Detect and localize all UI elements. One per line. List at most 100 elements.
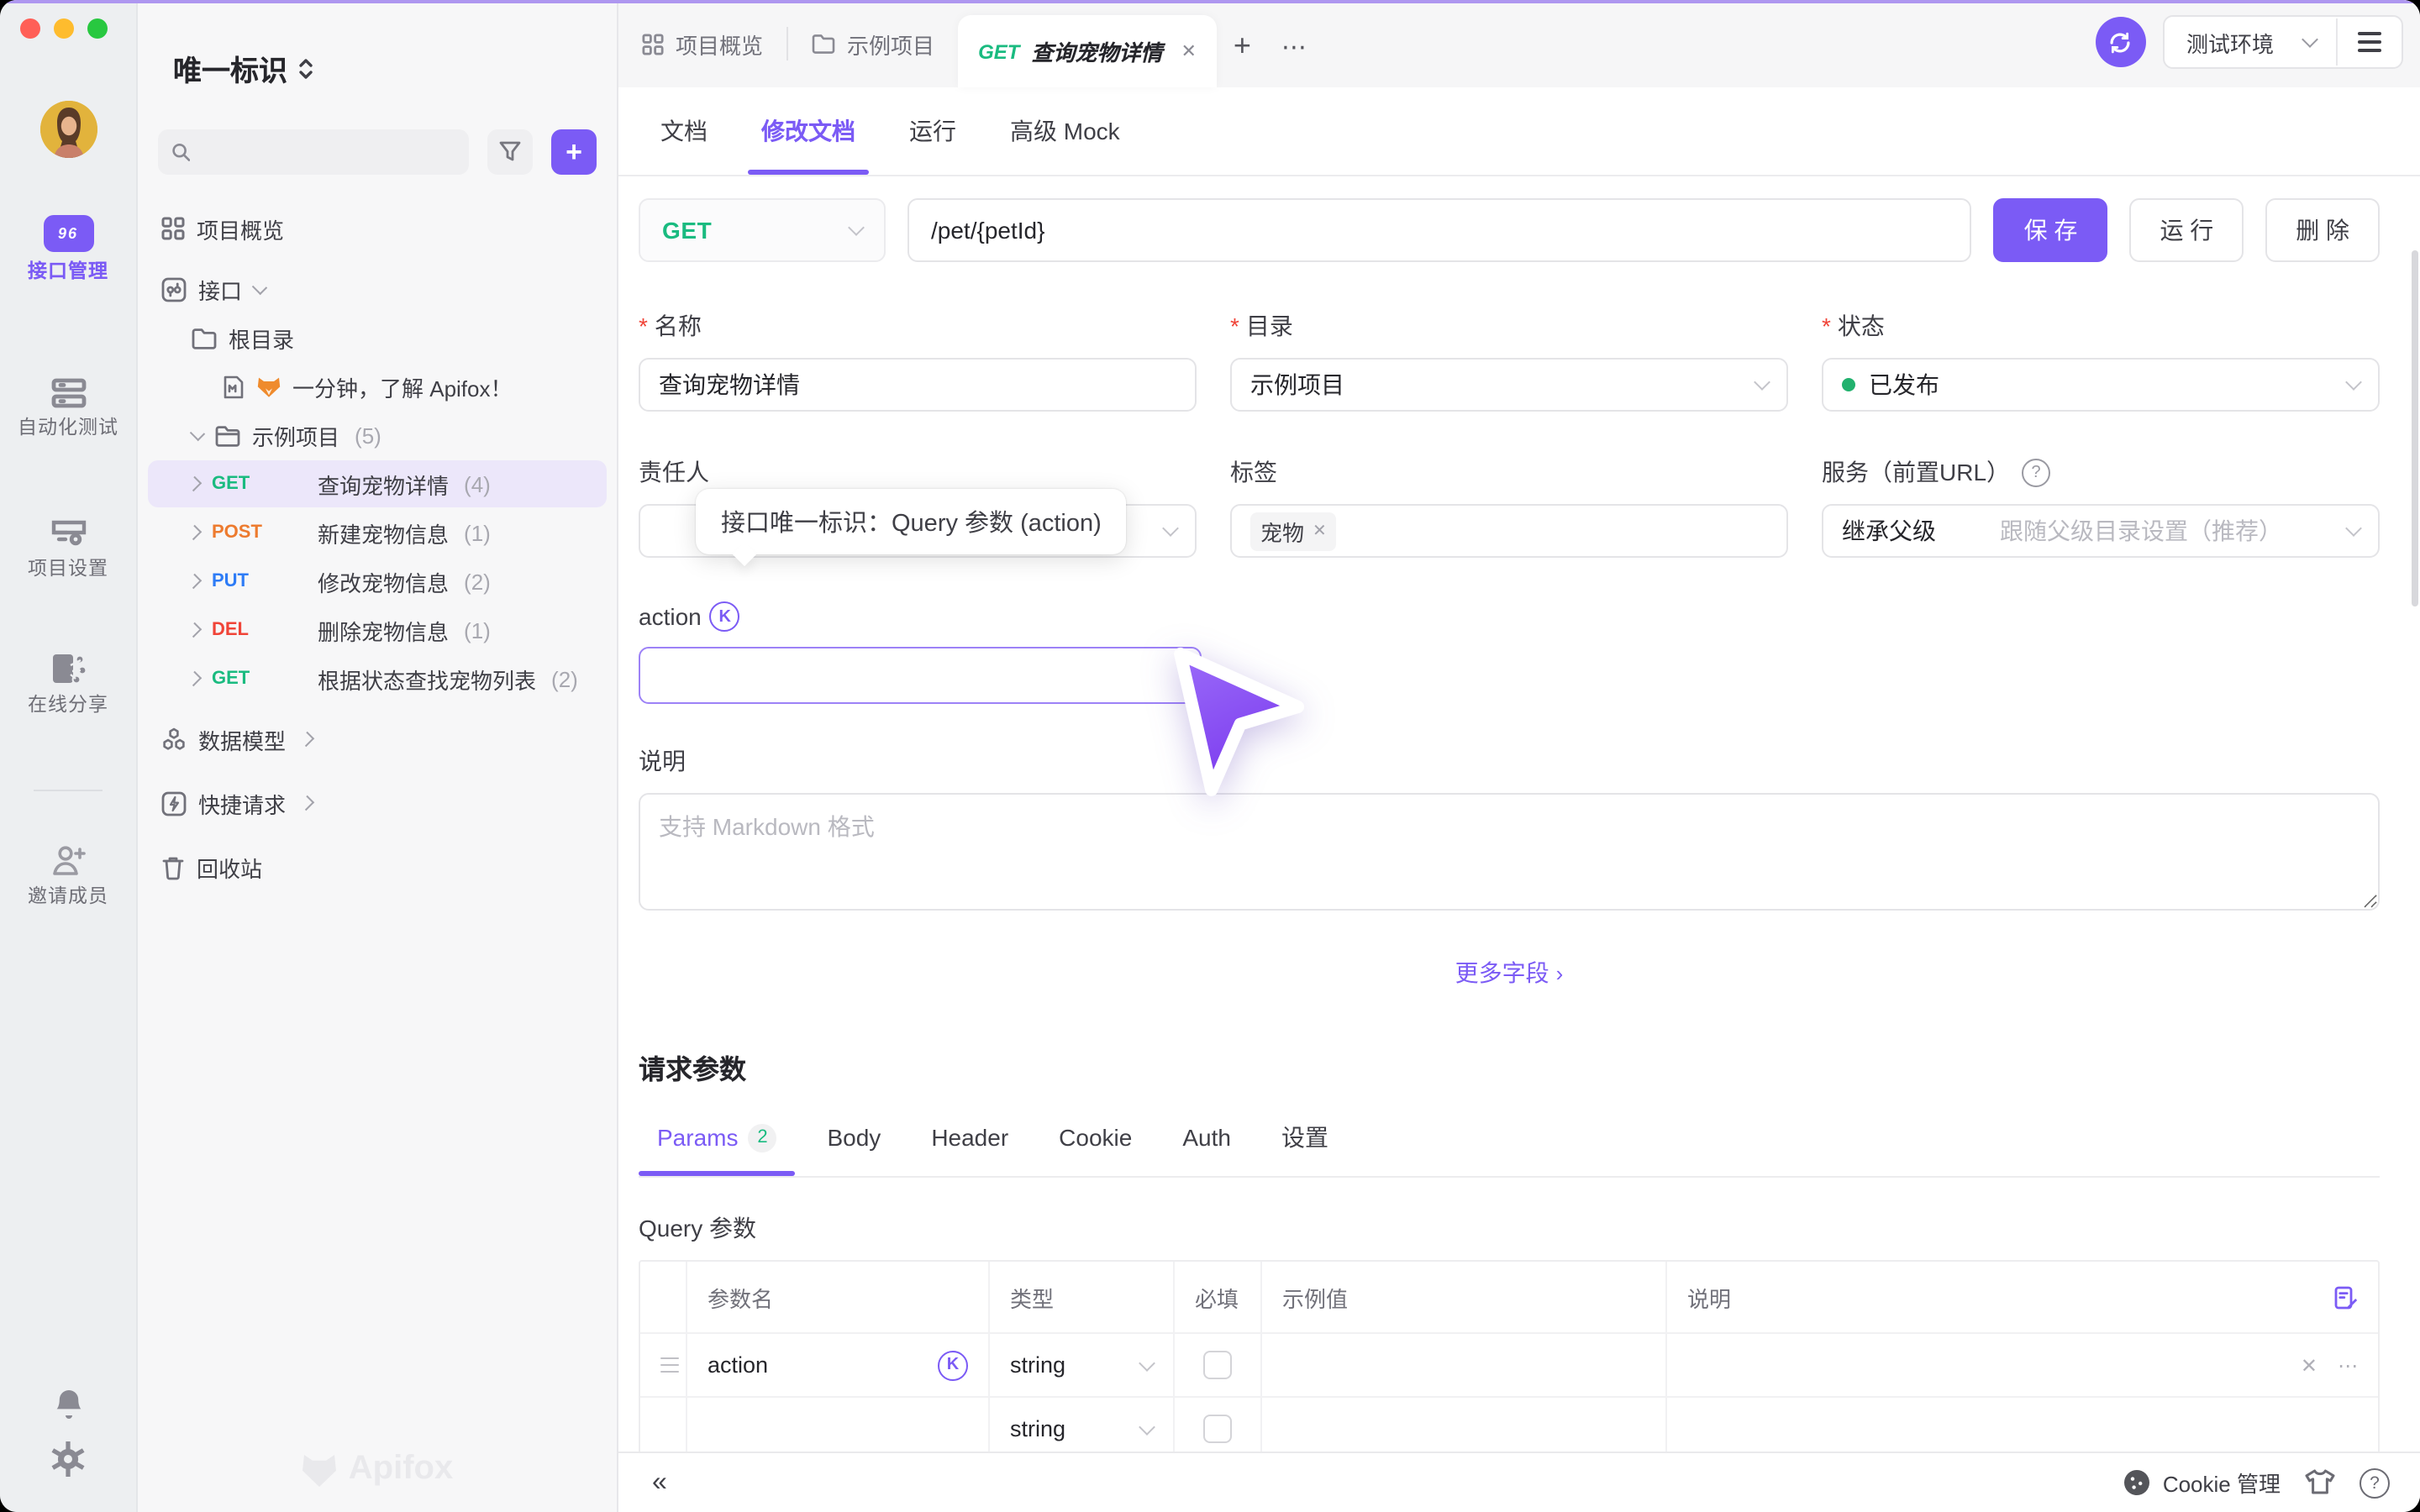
- sidebar-item-online-share[interactable]: 在线分享: [0, 652, 136, 717]
- param-example-cell[interactable]: [1262, 1334, 1667, 1396]
- param-tab-header[interactable]: Header: [913, 1107, 1027, 1173]
- endpoint-editor: GET 保 存 运 行 删 除 *名称 查询宠物详情 *目录 示例项目: [618, 176, 2420, 1452]
- tree-item-count: (5): [355, 423, 381, 448]
- service-select[interactable]: 继承父级 跟随父级目录设置（推荐）: [1822, 504, 2380, 558]
- delete-button[interactable]: 删 除: [2265, 198, 2380, 262]
- url-input[interactable]: [908, 198, 1972, 262]
- run-button[interactable]: 运 行: [2129, 198, 2244, 262]
- tree-folder-sample-project[interactable]: 示例项目 (5): [148, 412, 607, 459]
- theme-shirt-icon[interactable]: [2304, 1468, 2336, 1497]
- chevron-down-icon: [1139, 1354, 1155, 1371]
- param-name-cell[interactable]: action K: [687, 1334, 990, 1396]
- tree-endpoint-put-pet[interactable]: PUT 修改宠物信息 (2): [148, 558, 607, 605]
- close-tab-icon[interactable]: ✕: [1181, 40, 1196, 62]
- param-tab-auth[interactable]: Auth: [1164, 1107, 1249, 1173]
- tree-item-recycle-bin[interactable]: 回收站: [148, 843, 607, 890]
- method-badge: PUT: [212, 571, 306, 591]
- collapse-sidebar-icon[interactable]: «: [652, 1467, 667, 1498]
- service-value: 继承父级: [1842, 514, 1936, 548]
- remove-tag-icon[interactable]: ✕: [1313, 522, 1327, 540]
- sidebar-item-api-management[interactable]: 96 接口管理: [0, 215, 136, 284]
- project-switcher[interactable]: 唯一标识: [173, 47, 617, 89]
- drag-handle[interactable]: [660, 1357, 679, 1373]
- tree-endpoint-post-pet[interactable]: POST 新建宠物信息 (1): [148, 509, 607, 556]
- required-checkbox[interactable]: [1203, 1415, 1232, 1443]
- notifications-button[interactable]: [0, 1388, 136, 1423]
- cookie-manager-button[interactable]: Cookie 管理: [2123, 1467, 2281, 1499]
- param-name-cell[interactable]: [687, 1398, 990, 1452]
- status-select[interactable]: 已发布: [1822, 358, 2380, 412]
- minimize-window-button[interactable]: [54, 18, 74, 39]
- settings-button[interactable]: [0, 1441, 136, 1477]
- param-tab-body[interactable]: Body: [808, 1107, 899, 1173]
- search-input[interactable]: [158, 129, 469, 175]
- tree-item-root-folder[interactable]: 根目录: [148, 314, 607, 361]
- tab-get-pet-detail[interactable]: GET 查询宠物详情 ✕: [958, 15, 1217, 87]
- environment-select[interactable]: 测试环境: [2163, 15, 2403, 69]
- field-action: action K: [639, 601, 1202, 704]
- sidebar-item-project-settings[interactable]: 项目设置: [0, 517, 136, 581]
- rail-item-label: 在线分享: [0, 690, 136, 717]
- invite-members-button[interactable]: 邀请成员: [0, 843, 136, 909]
- param-type-select[interactable]: string: [990, 1398, 1175, 1452]
- row-more-icon[interactable]: ⋯: [2338, 1353, 2358, 1377]
- directory-select[interactable]: 示例项目: [1230, 358, 1788, 412]
- param-tab-cookie[interactable]: Cookie: [1040, 1107, 1150, 1173]
- param-type-select[interactable]: string: [990, 1334, 1175, 1396]
- tab-sample-project[interactable]: 示例项目: [788, 0, 958, 87]
- environment-menu-button[interactable]: [2338, 32, 2402, 53]
- tree-item-project-overview[interactable]: 项目概览: [148, 205, 607, 252]
- tree-item-api-root[interactable]: 接口: [148, 265, 607, 312]
- param-desc-cell[interactable]: ✕ ⋯: [1667, 1334, 2378, 1396]
- tree-endpoint-del-pet[interactable]: DEL 删除宠物信息 (1): [148, 606, 607, 654]
- method-badge: POST: [212, 522, 306, 543]
- rail-item-label: 接口管理: [0, 257, 136, 284]
- param-desc-cell[interactable]: [1667, 1398, 2378, 1452]
- tree-endpoint-get-pets-by-status[interactable]: GET 根据状态查找宠物列表 (2): [148, 655, 607, 702]
- request-params-heading: 请求参数: [639, 1047, 2380, 1087]
- tree-item-intro-doc[interactable]: 一分钟，了解 Apifox！: [148, 363, 607, 410]
- search-field[interactable]: [201, 138, 455, 166]
- sync-button[interactable]: [2096, 17, 2146, 67]
- field-service: 服务（前置URL） ? 继承父级 跟随父级目录设置（推荐）: [1822, 455, 2380, 558]
- delete-row-icon[interactable]: ✕: [2301, 1353, 2317, 1377]
- help-button[interactable]: ?: [2360, 1467, 2390, 1498]
- tree-item-quick-request[interactable]: 快捷请求: [148, 780, 607, 827]
- subtab-edit-doc[interactable]: 修改文档: [744, 87, 872, 175]
- name-input[interactable]: 查询宠物详情: [639, 358, 1197, 412]
- tree-endpoint-get-pet-detail[interactable]: GET 查询宠物详情 (4): [148, 460, 607, 507]
- method-select[interactable]: GET: [639, 198, 886, 262]
- apifox-window: 96 接口管理 自动化测试 项目设置: [0, 0, 2420, 1512]
- more-fields-link[interactable]: 更多字段›: [639, 956, 2380, 990]
- help-icon[interactable]: ?: [2022, 458, 2050, 486]
- tree-item-label: 根据状态查找宠物列表: [318, 663, 536, 695]
- field-label: action: [639, 603, 702, 630]
- param-tab-params[interactable]: Params 2: [639, 1106, 795, 1173]
- new-tab-button[interactable]: +: [1217, 29, 1268, 64]
- zoom-window-button[interactable]: [87, 18, 108, 39]
- bulk-edit-icon[interactable]: [2334, 1284, 2358, 1310]
- chevron-down-icon: [190, 426, 205, 441]
- quick-request-icon: [161, 790, 187, 816]
- save-button[interactable]: 保 存: [1994, 198, 2108, 262]
- required-checkbox[interactable]: [1203, 1351, 1232, 1379]
- action-input[interactable]: [639, 647, 1202, 704]
- project-settings-icon: [50, 517, 87, 549]
- tab-project-overview[interactable]: 项目概览: [618, 0, 786, 87]
- add-api-button[interactable]: +: [551, 129, 597, 175]
- vertical-scrollbar[interactable]: [2412, 250, 2418, 606]
- description-textarea[interactable]: [639, 793, 2380, 911]
- subtab-run[interactable]: 运行: [892, 87, 973, 175]
- tree-item-data-models[interactable]: 数据模型: [148, 716, 607, 763]
- sidebar-item-auto-test[interactable]: 自动化测试: [0, 378, 136, 440]
- tags-input[interactable]: 宠物 ✕: [1230, 504, 1788, 558]
- close-window-button[interactable]: [20, 18, 40, 39]
- param-example-cell[interactable]: [1262, 1398, 1667, 1452]
- method-badge: DEL: [212, 620, 306, 640]
- subtab-advanced-mock[interactable]: 高级 Mock: [993, 87, 1137, 175]
- subtab-doc[interactable]: 文档: [644, 87, 724, 175]
- tab-overflow-button[interactable]: ⋯: [1268, 32, 1323, 62]
- avatar[interactable]: [40, 101, 97, 158]
- filter-button[interactable]: [487, 129, 533, 175]
- param-tab-settings[interactable]: 设置: [1263, 1104, 1347, 1176]
